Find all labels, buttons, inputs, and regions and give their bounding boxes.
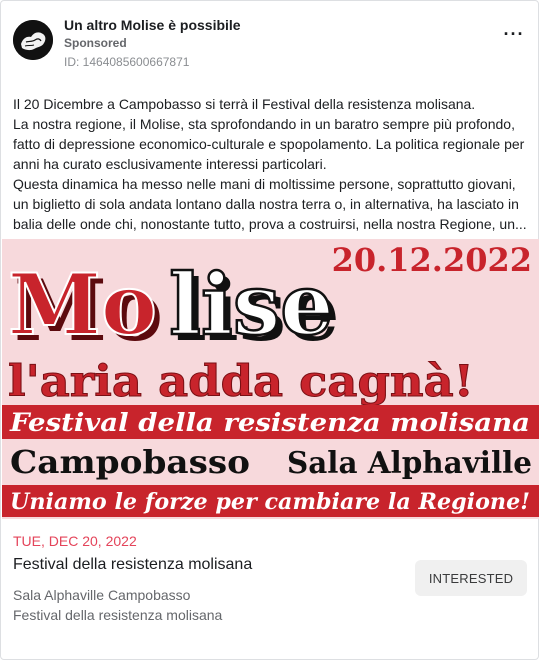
body-paragraph: Questa dinamica ha messo nelle mani di m… xyxy=(13,176,527,232)
molise-map-logo xyxy=(13,20,53,60)
poster-venue: Sala Alphaville xyxy=(287,446,532,481)
poster-festival-banner: Festival della resistenza molisana xyxy=(9,408,530,437)
page-name[interactable]: Un altro Molise è possibile xyxy=(64,17,241,33)
event-cover-image[interactable]: 20.12.2022 Mo Mo lise lise l'aria adda c… xyxy=(2,239,539,519)
sponsored-post-card: Un altro Molise è possibile Sponsored ID… xyxy=(0,0,539,660)
body-paragraph: Il 20 Dicembre a Campobasso si terrà il … xyxy=(13,96,476,112)
poster-city: Campobasso xyxy=(10,443,250,481)
post-header: Un altro Molise è possibile Sponsored ID… xyxy=(13,13,528,73)
body-paragraph: La nostra regione, il Molise, sta sprofo… xyxy=(13,116,525,172)
poster-logo-mo: Mo xyxy=(8,255,157,354)
more-horizontal-icon: ··· xyxy=(503,24,525,44)
ad-id: ID: 1464085600667871 xyxy=(64,55,190,69)
more-options-button[interactable]: ··· xyxy=(502,25,526,49)
poster-date: 20.12.2022 xyxy=(332,241,532,279)
interested-button[interactable]: INTERESTED xyxy=(415,560,527,596)
post-body-text: Il 20 Dicembre a Campobasso si terrà il … xyxy=(13,94,528,234)
sponsored-label: Sponsored xyxy=(64,36,127,50)
poster-logo-lise: lise xyxy=(169,255,334,354)
page-avatar[interactable] xyxy=(13,20,53,60)
festival-poster: 20.12.2022 Mo Mo lise lise l'aria adda c… xyxy=(2,239,539,519)
event-subtitle: Festival della resistenza molisana xyxy=(13,607,223,623)
poster-bottom-banner: Uniamo le forze per cambiare la Regione! xyxy=(10,489,530,515)
poster-slogan: l'aria adda cagnà! xyxy=(8,357,474,407)
event-date: TUE, DEC 20, 2022 xyxy=(13,533,137,549)
